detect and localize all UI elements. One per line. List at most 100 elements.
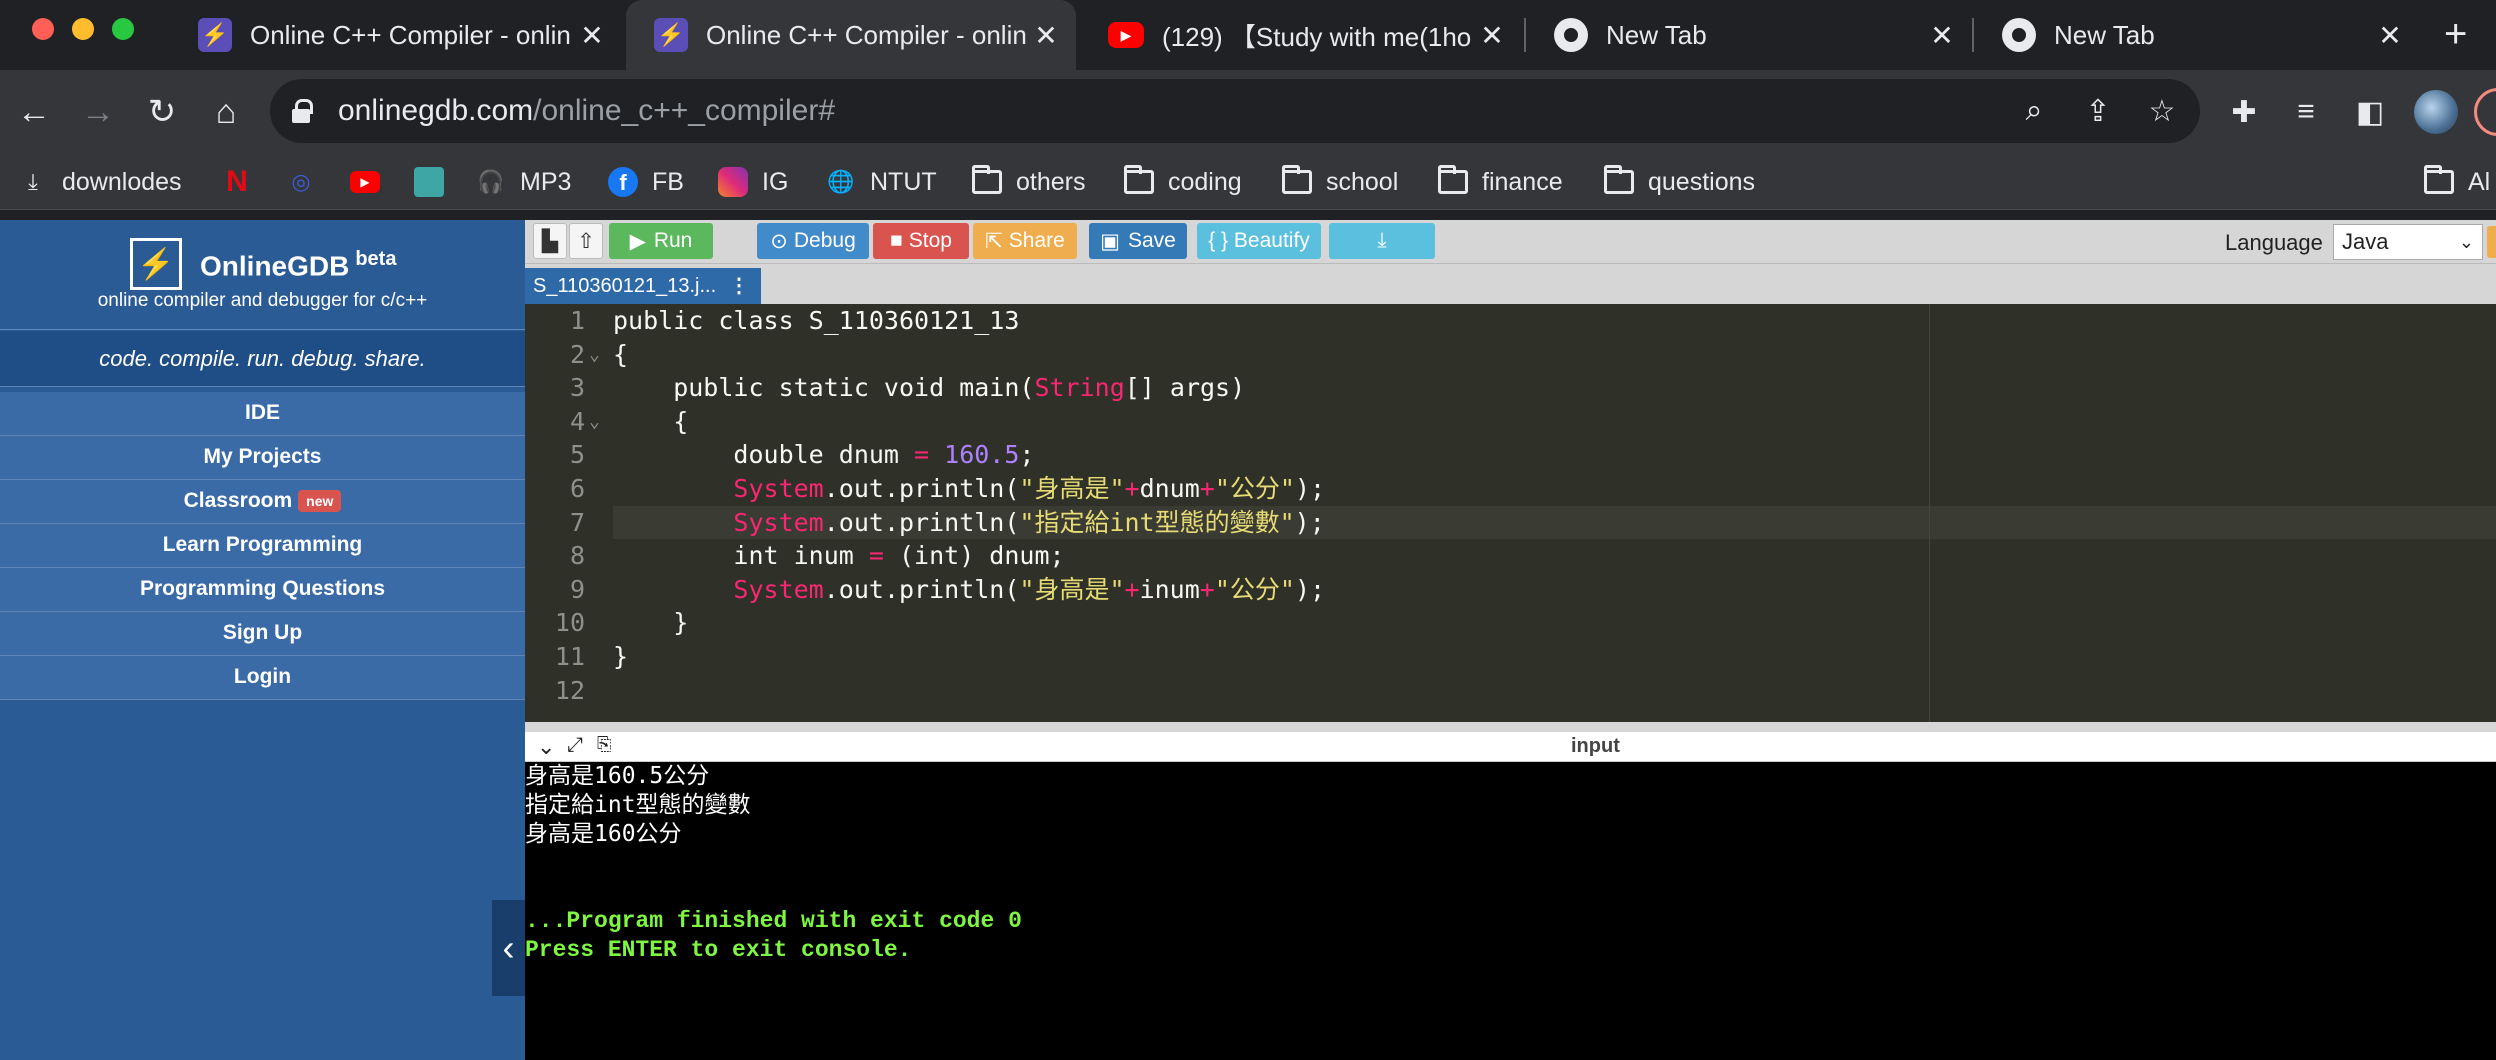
chrome-icon bbox=[1554, 18, 1588, 52]
sidebar-menu: IDE My Projects Classroom new Learn Progr… bbox=[0, 392, 525, 700]
sidebar-item-login[interactable]: Login bbox=[0, 656, 525, 700]
debug-button[interactable]: ⊙ Debug bbox=[757, 223, 869, 259]
tab-title: (129) 【Study with me(1hou bbox=[1162, 21, 1472, 52]
close-icon[interactable]: ✕ bbox=[1472, 19, 1512, 52]
browser-tab-active[interactable]: ⚡ Online C++ Compiler - onlin ✕ bbox=[626, 0, 1076, 70]
file-tab[interactable]: S_110360121_13.j... ⋮ bbox=[525, 268, 761, 304]
new-badge: new bbox=[298, 490, 342, 513]
folder-icon bbox=[972, 165, 1002, 197]
bookmark-folder-all[interactable]: Al bbox=[2424, 164, 2490, 200]
new-tab-button[interactable]: + bbox=[2444, 12, 2467, 57]
save-button[interactable]: ▣ Save bbox=[1089, 223, 1187, 259]
address-bar[interactable]: onlinegdb.com/online_c++_compiler# ⌕ ⇪ ☆ bbox=[270, 79, 2200, 143]
web-page: ⚡ OnlineGDB beta online compiler and debu… bbox=[0, 220, 2496, 1060]
code-line[interactable]: } bbox=[613, 640, 628, 674]
bookmark-folder-finance[interactable]: finance bbox=[1438, 164, 1563, 200]
minimize-window-button[interactable] bbox=[72, 18, 94, 40]
bookmark-folder-school[interactable]: school bbox=[1282, 164, 1398, 200]
bookmark-crunchyroll[interactable]: ◎ bbox=[286, 164, 330, 200]
browser-tab[interactable]: New Tab ✕ bbox=[1974, 0, 2420, 70]
sidebar-item-label: IDE bbox=[244, 401, 280, 424]
profile-menu-button[interactable] bbox=[2474, 88, 2496, 136]
expand-icon[interactable]: ⤢ bbox=[567, 734, 583, 757]
code-line[interactable]: { bbox=[613, 405, 688, 439]
code-line[interactable]: double dnum = 160.5; bbox=[613, 438, 1034, 472]
app-icon bbox=[414, 167, 444, 197]
close-icon[interactable]: ✕ bbox=[1922, 19, 1962, 52]
home-button[interactable]: ⌂ bbox=[204, 90, 248, 134]
run-button[interactable]: ▶ Run bbox=[609, 223, 713, 259]
code-line[interactable]: int inum = (int) dnum; bbox=[613, 539, 1064, 573]
pane-splitter[interactable] bbox=[525, 722, 2496, 732]
fold-arrow-icon[interactable]: ⌄ bbox=[589, 405, 600, 439]
sidebar-item-learn-programming[interactable]: Learn Programming bbox=[0, 524, 525, 568]
sidebar-item-ide[interactable]: IDE bbox=[0, 392, 525, 436]
maximize-window-button[interactable] bbox=[112, 18, 134, 40]
zoom-icon[interactable]: ⌕ bbox=[2016, 93, 2052, 129]
back-button[interactable]: ← bbox=[12, 90, 56, 134]
brand-name: OnlineGDB beta bbox=[200, 248, 396, 282]
share-icon[interactable]: ⇪ bbox=[2080, 93, 2116, 129]
browser-tab[interactable]: ⚡ Online C++ Compiler - onlin ✕ bbox=[170, 0, 622, 70]
bookmark-folder-coding[interactable]: coding bbox=[1124, 164, 1242, 200]
code-line[interactable]: public class S_110360121_13 bbox=[613, 304, 1019, 338]
fold-arrow-icon[interactable]: ⌄ bbox=[589, 338, 600, 372]
close-icon[interactable]: ✕ bbox=[572, 19, 612, 52]
side-panel-icon[interactable]: ◧ bbox=[2348, 90, 2392, 134]
browser-tab[interactable]: New Tab ✕ bbox=[1526, 0, 1972, 70]
close-icon[interactable]: ✕ bbox=[1026, 19, 1066, 52]
extensions-icon[interactable]: ✚ bbox=[2222, 90, 2266, 134]
language-select[interactable]: Java ⌄ bbox=[2333, 224, 2483, 260]
bookmark-ntut[interactable]: 🌐 NTUT bbox=[826, 164, 936, 200]
browser-tab[interactable]: ▶ (129) 【Study with me(1hou ✕ bbox=[1080, 0, 1522, 70]
bookmark-youtube[interactable]: ▶ bbox=[350, 164, 394, 200]
code-area[interactable]: public class S_110360121_13 { public sta… bbox=[613, 304, 2496, 722]
brand-header[interactable]: ⚡ OnlineGDB beta online compiler and debu… bbox=[0, 220, 525, 330]
line-number: 2 bbox=[569, 339, 585, 369]
sidebar-item-sign-up[interactable]: Sign Up bbox=[0, 612, 525, 656]
code-line[interactable]: public static void main(String[] args) bbox=[613, 371, 1245, 405]
stop-button[interactable]: ■ Stop bbox=[873, 223, 969, 259]
close-icon[interactable]: ✕ bbox=[2370, 19, 2410, 52]
settings-button[interactable] bbox=[2487, 226, 2496, 258]
reload-button[interactable]: ↻ bbox=[140, 90, 184, 134]
bookmark-netflix[interactable]: N bbox=[222, 164, 266, 200]
bookmarks-bar: ⤓ downlodes N ◎ ▶ 🎧 MP3 f FB IG 🌐 NTUT other… bbox=[0, 154, 2496, 210]
bookmark-folder-others[interactable]: others bbox=[972, 164, 1085, 200]
more-vertical-icon[interactable]: ⋮ bbox=[729, 268, 749, 304]
bookmark-folder-questions[interactable]: questions bbox=[1604, 164, 1755, 200]
tab-title: Online C++ Compiler - onlin bbox=[250, 19, 571, 50]
url-path: /online_c++_compiler# bbox=[533, 94, 836, 127]
media-control-icon[interactable]: ≡ bbox=[2284, 90, 2328, 134]
input-tab-label[interactable]: input bbox=[1571, 735, 1620, 758]
code-editor[interactable]: 1 2 ⌄ 3 4 ⌄ 5 6 7 8 9 10 11 12 public cl… bbox=[525, 304, 2496, 722]
code-line[interactable]: System.out.println("身高是"+inum+"公分"); bbox=[613, 573, 1325, 607]
sidebar-item-classroom[interactable]: Classroom new bbox=[0, 480, 525, 524]
upload-button[interactable]: ⇧ bbox=[569, 223, 603, 259]
code-line[interactable]: { bbox=[613, 338, 628, 372]
bookmark-fb[interactable]: f FB bbox=[608, 164, 684, 200]
share-button[interactable]: ⇱ Share bbox=[973, 223, 1077, 259]
sidebar-item-my-projects[interactable]: My Projects bbox=[0, 436, 525, 480]
bookmark-ig[interactable]: IG bbox=[718, 164, 788, 200]
forward-button[interactable]: → bbox=[76, 90, 120, 134]
collapse-sidebar-button[interactable]: ‹ bbox=[492, 900, 525, 996]
code-line[interactable]: System.out.println("身高是"+dnum+"公分"); bbox=[613, 472, 1325, 506]
profile-avatar[interactable] bbox=[2414, 90, 2458, 134]
url-text[interactable]: onlinegdb.com/online_c++_compiler# bbox=[338, 94, 835, 128]
download-button[interactable]: ⤓ bbox=[1329, 223, 1435, 259]
new-file-button[interactable]: ▙ bbox=[533, 223, 567, 259]
bookmark-star-icon[interactable]: ☆ bbox=[2144, 93, 2180, 129]
bookmark-downlodes[interactable]: ⤓ downlodes bbox=[18, 164, 181, 200]
console-output[interactable]: 身高是160.5公分 指定給int型態的變數 身高是160公分 ...Progr… bbox=[525, 762, 2496, 1060]
beautify-button[interactable]: { } Beautify bbox=[1197, 223, 1321, 259]
bookmark-app[interactable] bbox=[414, 164, 458, 200]
beautify-label: { } Beautify bbox=[1208, 229, 1310, 252]
copy-icon[interactable]: ⎘ bbox=[597, 734, 611, 755]
code-line[interactable]: System.out.println("指定給int型態的變數"); bbox=[613, 506, 1324, 540]
chevron-down-icon[interactable]: ⌄ bbox=[537, 734, 555, 760]
code-line[interactable]: } bbox=[613, 606, 688, 640]
bookmark-mp3[interactable]: 🎧 MP3 bbox=[476, 164, 571, 200]
sidebar-item-programming-questions[interactable]: Programming Questions bbox=[0, 568, 525, 612]
close-window-button[interactable] bbox=[32, 18, 54, 40]
